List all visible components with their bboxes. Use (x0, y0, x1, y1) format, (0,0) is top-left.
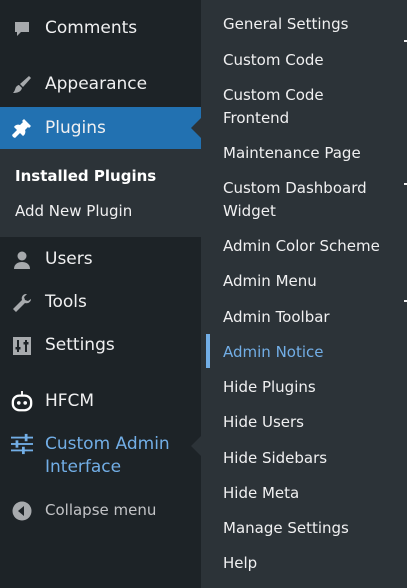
submenu-installed-plugins[interactable]: Installed Plugins (15, 167, 156, 185)
menu-item-appearance[interactable]: Appearance (0, 73, 201, 96)
plugins-submenu: Installed Plugins Add New Plugin (0, 149, 201, 237)
users-icon (11, 249, 33, 271)
flyout-item-hide-sidebars[interactable]: Hide Sidebars (223, 447, 403, 470)
collapse-label: Collapse menu (45, 501, 157, 519)
menu-label: Comments (45, 18, 138, 38)
menu-item-comments[interactable]: Comments (0, 17, 201, 40)
flyout-item-admin-notice[interactable]: Admin Notice (223, 341, 403, 364)
custom-admin-flyout-menu: General Settings Custom Code Custom Code… (201, 0, 407, 588)
wrench-icon (11, 292, 33, 314)
admin-sidebar: Comments Appearance Plugins Installed Pl… (0, 0, 201, 588)
collapse-menu-button[interactable]: Collapse menu (0, 499, 201, 522)
menu-label: Plugins (45, 117, 106, 138)
flyout-item-hide-meta[interactable]: Hide Meta (223, 482, 403, 505)
menu-item-settings[interactable]: Settings (0, 334, 201, 357)
menu-label-line2: Interface (45, 457, 122, 477)
active-arrow (191, 118, 201, 138)
menu-item-custom-admin-interface[interactable]: Custom Admin Interface (0, 433, 201, 479)
flyout-item-admin-toolbar[interactable]: Admin Toolbar (223, 306, 403, 329)
plugins-icon (11, 117, 33, 139)
menu-label-line1: Custom Admin (45, 434, 170, 454)
flyout-item-custom-code[interactable]: Custom Code (223, 49, 403, 72)
flyout-item-custom-code-frontend-line2[interactable]: Frontend (223, 107, 403, 130)
sliders-icon (11, 335, 33, 357)
menu-label: Settings (45, 335, 115, 355)
flyout-item-maintenance-page[interactable]: Maintenance Page (223, 142, 403, 165)
flyout-item-admin-color-scheme[interactable]: Admin Color Scheme (223, 235, 403, 258)
comments-icon (11, 18, 33, 40)
menu-label: Tools (45, 292, 87, 312)
menu-item-plugins[interactable]: Plugins (0, 107, 201, 149)
flyout-item-hide-users[interactable]: Hide Users (223, 411, 403, 434)
collapse-icon (11, 500, 33, 522)
flyout-item-custom-dashboard-widget-line2[interactable]: Widget (223, 200, 403, 223)
menu-item-hfcm[interactable]: HFCM (0, 390, 201, 413)
submenu-add-new-plugin[interactable]: Add New Plugin (15, 202, 132, 220)
flyout-item-hide-plugins[interactable]: Hide Plugins (223, 376, 403, 399)
settings-sliders-icon (11, 433, 33, 455)
paintbrush-icon (11, 74, 33, 96)
flyout-item-custom-code-frontend-line1[interactable]: Custom Code (223, 84, 403, 107)
menu-label: Appearance (45, 74, 148, 94)
robot-icon (11, 390, 33, 413)
flyout-item-general-settings[interactable]: General Settings (223, 13, 403, 36)
selected-indicator (206, 334, 210, 368)
menu-item-users[interactable]: Users (0, 248, 201, 271)
menu-label: Users (45, 249, 93, 269)
flyout-item-admin-menu[interactable]: Admin Menu (223, 270, 403, 293)
flyout-notch (191, 436, 201, 456)
flyout-item-help[interactable]: Help (223, 552, 403, 575)
flyout-item-custom-dashboard-widget-line1[interactable]: Custom Dashboard (223, 177, 403, 200)
menu-label: HFCM (45, 391, 95, 411)
menu-item-tools[interactable]: Tools (0, 291, 201, 314)
flyout-item-manage-settings[interactable]: Manage Settings (223, 517, 403, 540)
